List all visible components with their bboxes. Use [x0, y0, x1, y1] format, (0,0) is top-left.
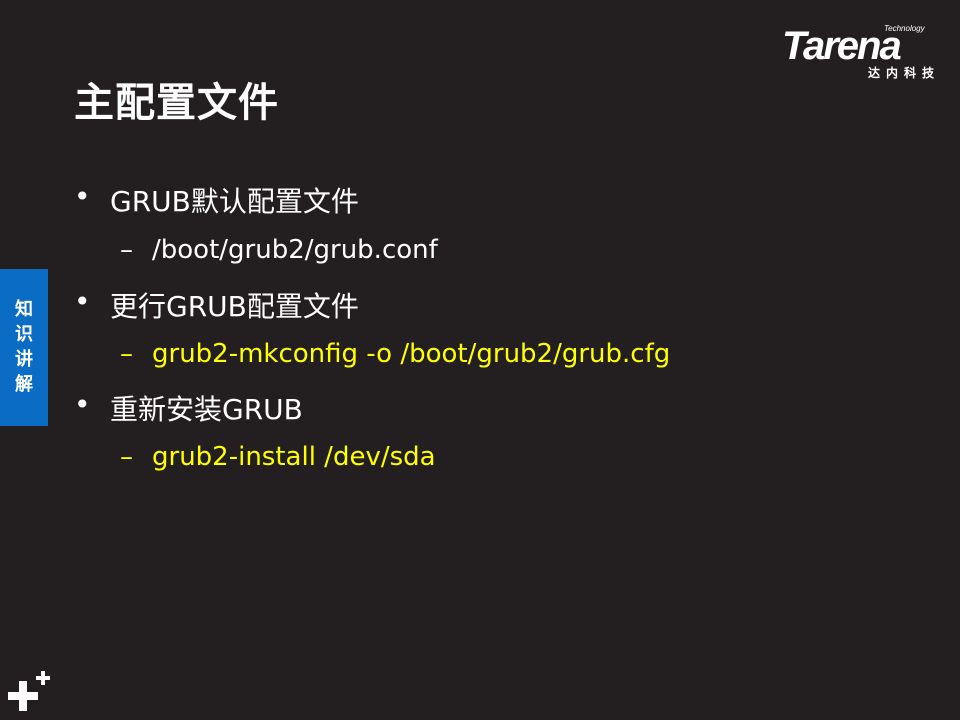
dash-icon: –	[120, 235, 133, 265]
dash-icon: –	[120, 339, 133, 369]
slide: 主配置文件 Technology Tarena 达内科技 知识讲解 • GRUB…	[0, 0, 960, 720]
logo-chinese-text: 达内科技	[867, 66, 940, 80]
tarena-logo: Technology Tarena 达内科技	[782, 24, 944, 82]
bullet-icon: •	[74, 388, 91, 421]
knowledge-tab-char: 知识讲解	[15, 299, 33, 395]
bullet-icon: •	[74, 180, 91, 213]
knowledge-tab: 知识讲解	[0, 269, 48, 426]
sub-list-item-text: /boot/grub2/grub.conf	[152, 235, 438, 265]
list-item-text: 重新安装GRUB	[110, 393, 303, 426]
plus-plus-icon	[8, 671, 50, 711]
sub-list-item-text: grub2-mkconfig -o /boot/grub2/grub.cfg	[152, 339, 671, 369]
list-item-text: GRUB默认配置文件	[110, 185, 359, 218]
page-title: 主配置文件	[74, 80, 279, 126]
sub-list-item-text: grub2-install /dev/sda	[152, 442, 436, 472]
knowledge-tab-label: 知识讲解	[0, 297, 48, 397]
dash-icon: –	[120, 442, 133, 472]
logo-brand-text: Tarena	[782, 24, 902, 68]
list-item-text: 更行GRUB配置文件	[110, 290, 359, 323]
bullet-icon: •	[74, 285, 91, 318]
